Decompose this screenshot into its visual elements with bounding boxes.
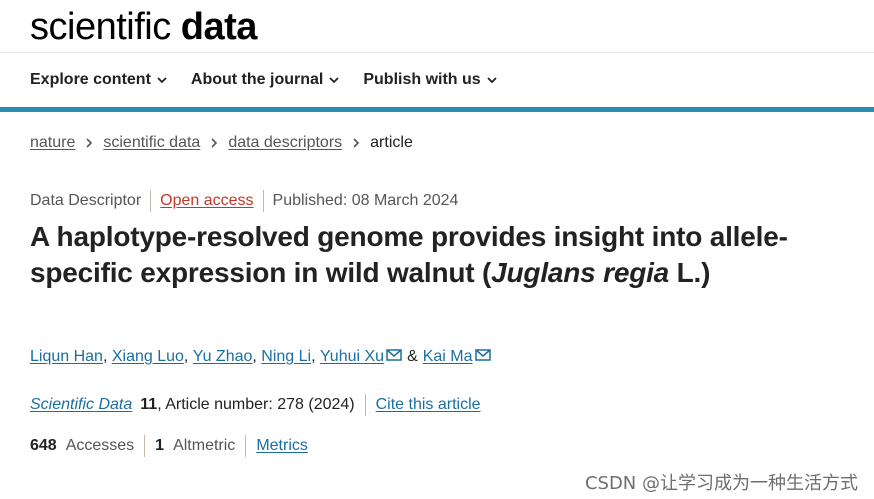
open-access-link[interactable]: Open access: [160, 192, 253, 210]
ampersand: &: [407, 348, 418, 365]
nav-explore-content[interactable]: Explore content: [30, 70, 167, 90]
main-nav: Explore content About the journal Publis…: [30, 70, 497, 90]
author-link[interactable]: Yu Zhao: [193, 348, 253, 366]
divider: [144, 435, 146, 457]
nav-label: About the journal: [190, 71, 324, 88]
author-link[interactable]: Ning Li: [261, 348, 311, 366]
divider: [150, 190, 152, 212]
nav-about-journal[interactable]: About the journal: [191, 70, 339, 90]
journal-link[interactable]: Scientific Data: [30, 396, 132, 414]
article-meta: Data Descriptor Open access Published: 0…: [30, 190, 458, 212]
author-link[interactable]: Yuhui Xu: [320, 348, 384, 366]
metrics-link[interactable]: Metrics: [256, 437, 308, 455]
chevron-down-icon: [487, 77, 497, 84]
altmetric-label: Altmetric: [173, 437, 236, 454]
divider: [262, 190, 264, 212]
logo-text-light: scientific: [30, 6, 181, 48]
author-link[interactable]: Liqun Han: [30, 348, 103, 366]
comma: ,: [102, 348, 112, 365]
article-metrics: 648 Accesses 1 Altmetric Metrics: [30, 435, 308, 457]
breadcrumb: nature scientific data data descriptors …: [30, 134, 413, 152]
accesses-label: Accesses: [65, 437, 135, 454]
nav-publish-with-us[interactable]: Publish with us: [363, 70, 497, 90]
title-species: Juglans regia: [491, 257, 670, 288]
divider: [364, 394, 366, 416]
article-type: Data Descriptor: [30, 192, 142, 209]
breadcrumb-scientific-data[interactable]: scientific data: [103, 134, 200, 152]
journal-volume: 11: [140, 396, 158, 413]
author-list: Liqun Han, Xiang Luo, Yu Zhao, Ning Li, …: [30, 348, 491, 366]
comma: ,: [311, 348, 320, 365]
chevron-right-icon: [211, 138, 218, 148]
breadcrumb-nature[interactable]: nature: [30, 134, 75, 152]
author-link[interactable]: Kai Ma: [423, 348, 473, 366]
divider: [245, 435, 247, 457]
comma: ,: [183, 348, 193, 365]
breadcrumb-data-descriptors[interactable]: data descriptors: [228, 134, 342, 152]
article-title: A haplotype-resolved genome provides ins…: [30, 219, 790, 291]
chevron-right-icon: [353, 138, 360, 148]
watermark-text: CSDN @让学习成为一种生活方式: [584, 473, 858, 494]
nav-label: Explore content: [30, 71, 151, 88]
mail-icon[interactable]: [386, 349, 402, 361]
author-link[interactable]: Xiang Luo: [112, 348, 184, 366]
title-part2: L.): [669, 257, 711, 288]
header-divider: [0, 52, 874, 53]
journal-info: Scientific Data 11 , Article number: 278…: [30, 394, 481, 416]
breadcrumb-current: article: [370, 134, 413, 151]
accent-bar: [0, 107, 874, 112]
accesses-count: 648: [30, 437, 57, 454]
site-logo[interactable]: scientific data: [30, 5, 257, 49]
logo-text-bold: data: [180, 6, 258, 48]
chevron-down-icon: [329, 77, 339, 84]
mail-icon[interactable]: [474, 349, 491, 361]
article-number: , Article number: 278 (2024): [157, 396, 355, 413]
chevron-right-icon: [86, 138, 93, 148]
nav-label: Publish with us: [363, 71, 481, 88]
published-date: Published: 08 March 2024: [272, 192, 459, 209]
cite-this-article-link[interactable]: Cite this article: [376, 396, 481, 414]
comma: ,: [252, 348, 262, 365]
altmetric-count: 1: [155, 437, 165, 454]
chevron-down-icon: [157, 77, 167, 84]
